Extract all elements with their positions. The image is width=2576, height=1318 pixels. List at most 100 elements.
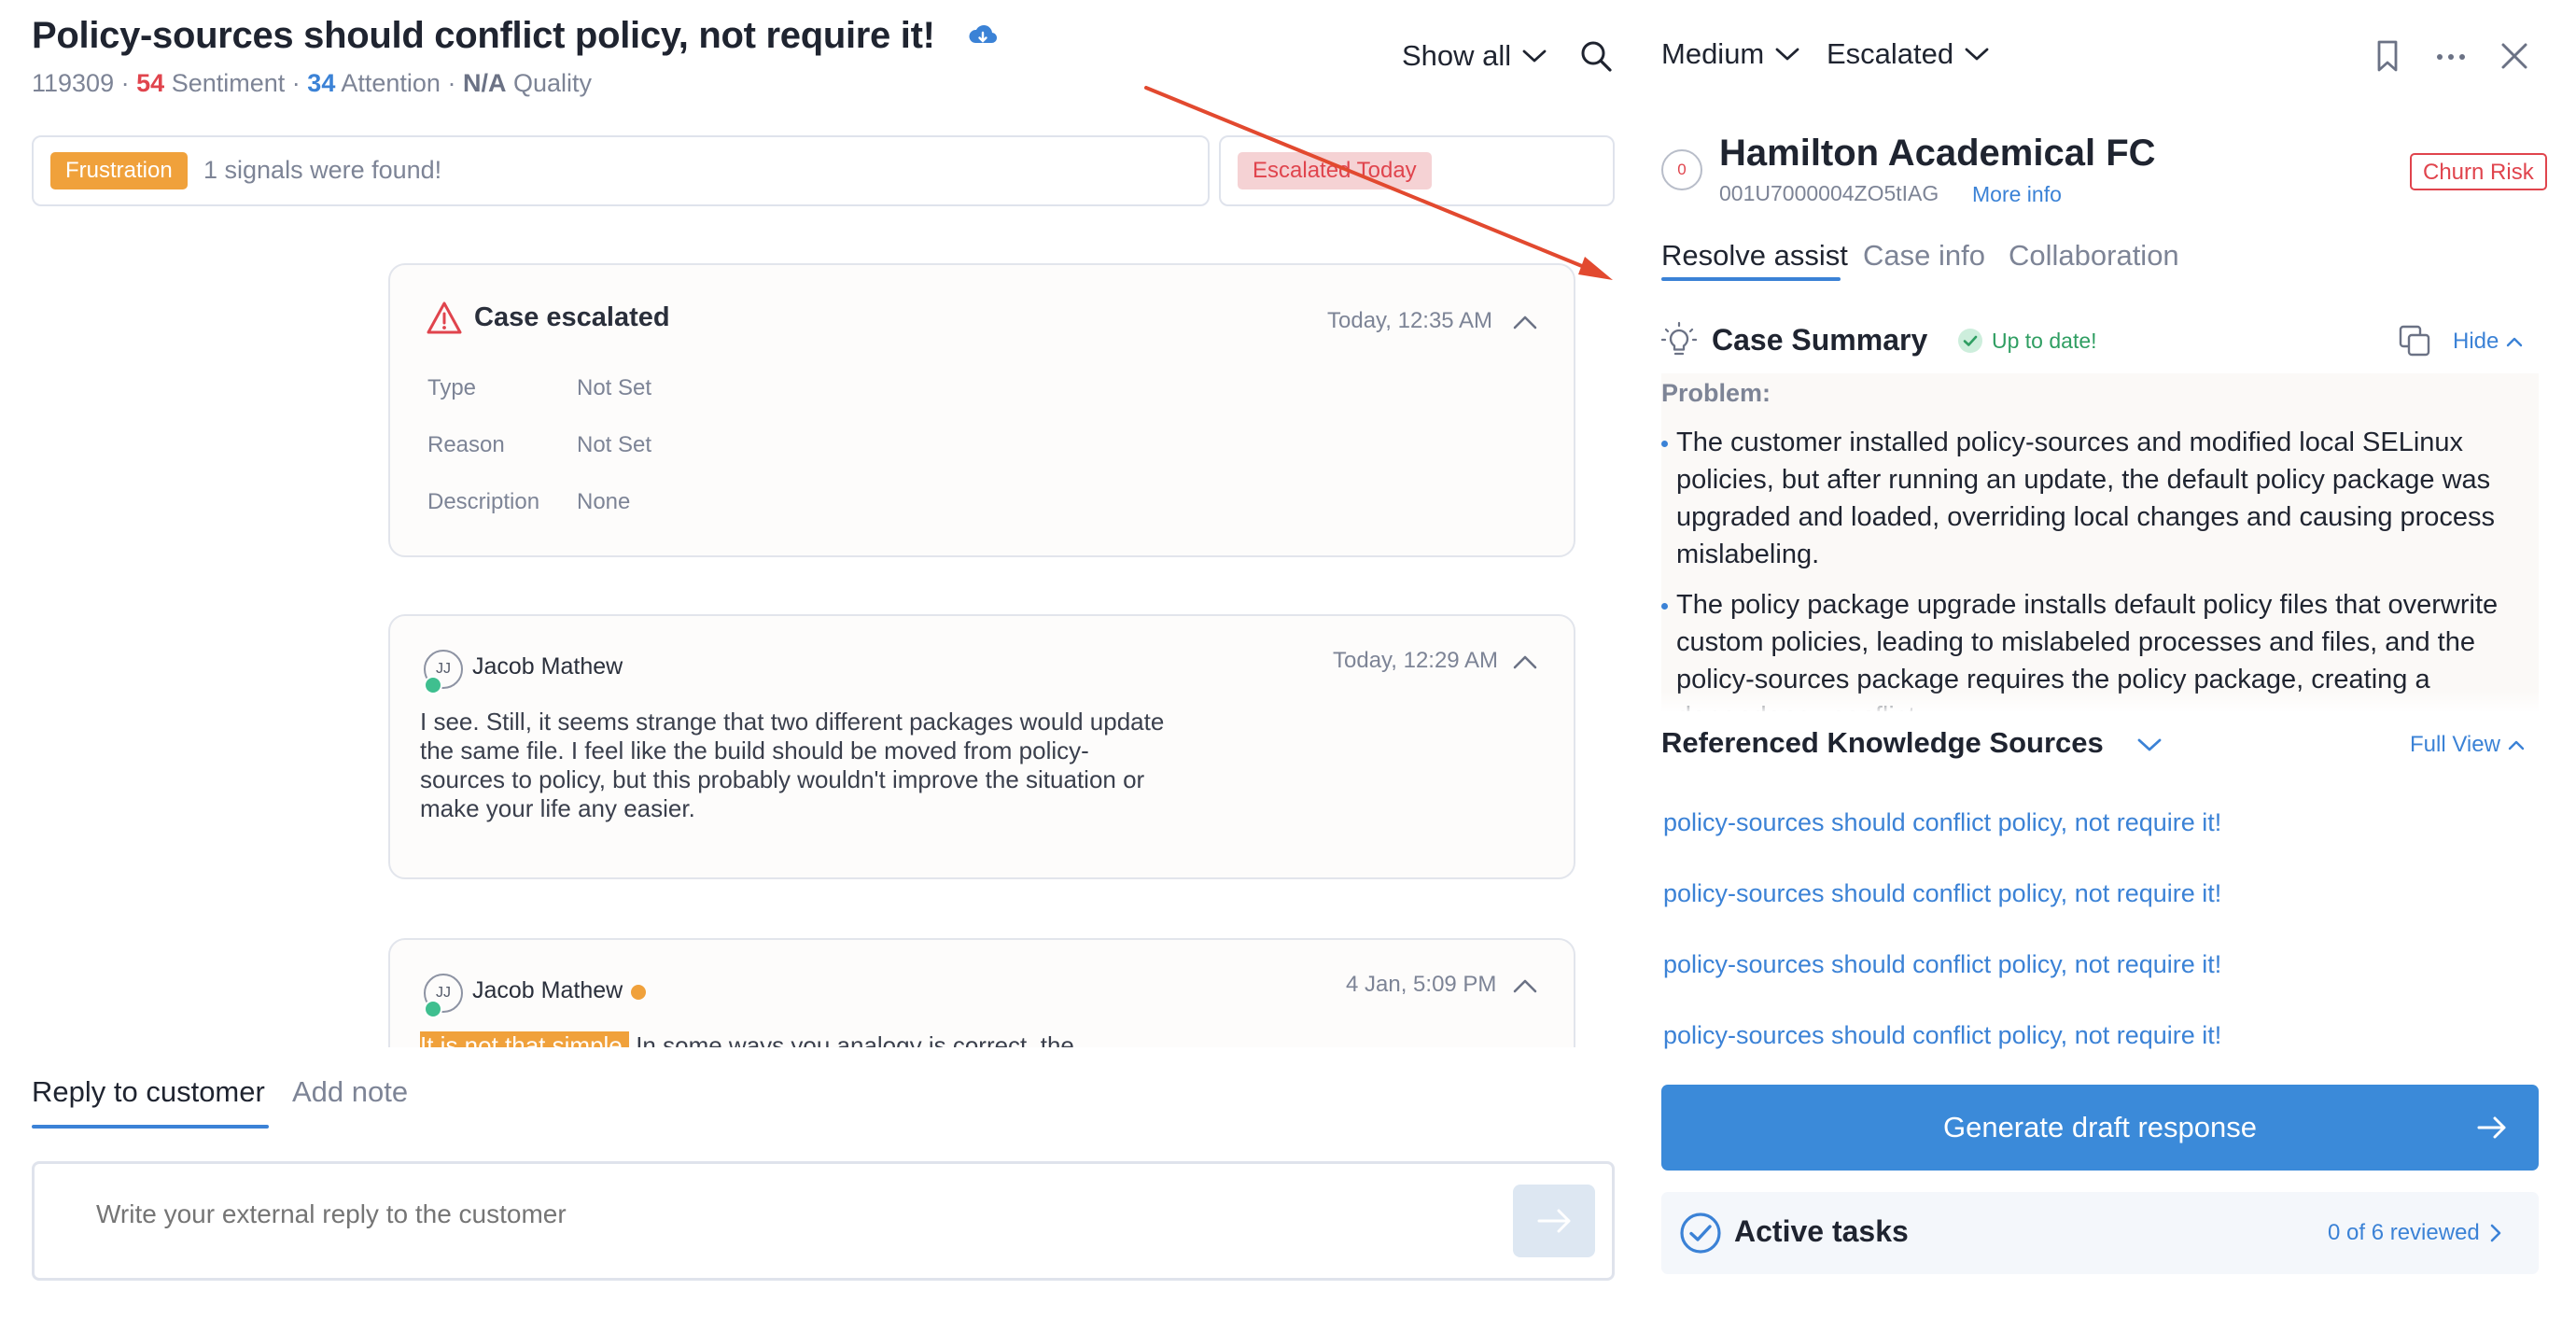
agent-status-dot	[424, 1000, 442, 1018]
active-tasks-title: Active tasks	[1734, 1214, 1909, 1248]
knowledge-sources-title[interactable]: Referenced Knowledge Sources	[1661, 726, 2104, 760]
lightbulb-icon	[1661, 321, 1697, 358]
problem-bullets: The customer installed policy-sources an…	[1661, 424, 2539, 711]
bookmark-icon[interactable]	[2369, 37, 2406, 75]
search-icon[interactable]	[1579, 39, 1613, 73]
chevron-down-icon	[1522, 49, 1547, 63]
highlighted-frustration-text: It is not that simple.	[420, 1031, 629, 1047]
priority-value: Medium	[1661, 37, 1765, 70]
chevron-up-icon	[2507, 337, 2523, 347]
active-tab-indicator	[32, 1125, 269, 1129]
message-body: I see. Still, it seems strange that two …	[420, 708, 1165, 822]
reason-value: Not Set	[577, 432, 652, 457]
chevron-up-icon[interactable]	[1512, 314, 1538, 330]
case-summary-content[interactable]: Problem: The customer installed policy-s…	[1661, 373, 2539, 711]
chevron-down-icon	[1965, 48, 1989, 61]
signals-bar[interactable]: Frustration 1 signals were found!	[32, 135, 1210, 206]
full-view-label: Full View	[2410, 732, 2500, 757]
reason-label: Reason	[427, 432, 505, 457]
case-title: Policy-sources should conflict policy, n…	[32, 15, 935, 56]
active-tasks-panel[interactable]: Active tasks 0 of 6 reviewed	[1661, 1192, 2539, 1274]
tab-reply-to-customer[interactable]: Reply to customer	[32, 1075, 265, 1109]
escalated-today-badge: Escalated Today	[1238, 152, 1432, 189]
more-info-link[interactable]: More info	[1972, 182, 2062, 207]
knowledge-source-link[interactable]: policy-sources should conflict policy, n…	[1663, 950, 2221, 979]
summary-fade	[1661, 691, 2539, 713]
quality-score: N/A	[462, 69, 507, 97]
churn-risk-badge: Churn Risk	[2410, 153, 2547, 190]
summary-status: Up to date!	[1956, 327, 2097, 355]
message-time: 4 Jan, 5:09 PM	[1346, 972, 1497, 997]
case-number: 119309	[32, 69, 115, 97]
chevron-up-icon[interactable]	[1512, 653, 1538, 670]
message-time: Today, 12:29 AM	[1333, 648, 1498, 673]
message-author: Jacob Mathew	[472, 653, 623, 680]
knowledge-source-link[interactable]: policy-sources should conflict policy, n…	[1663, 879, 2221, 908]
tab-collaboration[interactable]: Collaboration	[2009, 239, 2179, 273]
show-all-filter[interactable]: Show all	[1402, 39, 1547, 73]
chevron-right-icon	[2490, 1224, 2501, 1242]
frustration-badge: Frustration	[50, 152, 188, 189]
more-icon[interactable]	[2432, 37, 2470, 75]
escalation-title: Case escalated	[474, 302, 670, 332]
tab-resolve-assist[interactable]: Resolve assist	[1661, 239, 1848, 273]
copy-icon[interactable]	[2397, 323, 2432, 358]
case-metrics: 119309 · 54 Sentiment · 34 Attention · N…	[32, 69, 593, 97]
check-circle-icon	[1678, 1211, 1723, 1255]
tasks-count-label: 0 of 6 reviewed	[2328, 1220, 2480, 1245]
signals-text: 1 signals were found!	[203, 156, 442, 184]
check-circle-icon	[1958, 329, 1982, 353]
agent-status-dot	[424, 676, 442, 694]
reply-input[interactable]	[96, 1199, 1496, 1229]
message-author: Jacob Mathew	[472, 977, 623, 1003]
chevron-up-icon	[2508, 740, 2525, 750]
generate-draft-label: Generate draft response	[1942, 1111, 2258, 1143]
type-value: Not Set	[577, 375, 652, 400]
close-icon[interactable]	[2496, 37, 2533, 75]
show-all-label: Show all	[1402, 39, 1512, 72]
quality-label: Quality	[512, 69, 593, 97]
knowledge-source-link[interactable]: policy-sources should conflict policy, n…	[1663, 808, 2221, 837]
account-id: 001U7000004ZO5tIAG	[1719, 181, 1939, 205]
status-dropdown[interactable]: Escalated	[1827, 37, 1989, 71]
send-button[interactable]	[1513, 1185, 1595, 1257]
account-name[interactable]: Hamilton Academical FC	[1719, 133, 2156, 175]
message-body: It is not that simple. In some ways you …	[420, 1031, 1167, 1047]
description-label: Description	[427, 489, 540, 514]
chevron-up-icon[interactable]	[1512, 977, 1538, 994]
active-tab-indicator	[1661, 277, 1841, 281]
status-value: Escalated	[1827, 37, 1954, 70]
priority-dropdown[interactable]: Medium	[1661, 37, 1799, 71]
case-summary-title: Case Summary	[1712, 323, 1928, 357]
reply-composer	[32, 1161, 1615, 1281]
problem-label: Problem:	[1661, 379, 1771, 407]
attention-label: Attention	[341, 69, 441, 97]
list-item: The customer installed policy-sources an…	[1661, 424, 2539, 573]
account-health-score: 0	[1661, 149, 1702, 190]
knowledge-source-link[interactable]: policy-sources should conflict policy, n…	[1663, 1021, 2221, 1050]
chevron-down-icon	[1775, 48, 1799, 61]
escalation-status-box: Escalated Today	[1219, 135, 1615, 206]
arrow-right-icon	[1537, 1209, 1571, 1233]
presence-dot	[631, 985, 646, 1000]
generate-draft-response-button[interactable]: Generate draft response	[1661, 1085, 2539, 1171]
summary-status-text: Up to date!	[1992, 328, 2097, 353]
chevron-down-icon[interactable]	[2137, 737, 2162, 752]
sentiment-label: Sentiment	[171, 69, 286, 97]
case-timeline[interactable]: Case escalated Today, 12:35 AM Type Not …	[0, 233, 1643, 1047]
message-card: JJ Jacob Mathew Today, 12:29 AM I see. S…	[388, 614, 1575, 879]
attention-score: 34	[307, 69, 336, 97]
tab-case-info[interactable]: Case info	[1863, 239, 1985, 273]
tasks-review-count[interactable]: 0 of 6 reviewed	[2328, 1220, 2502, 1246]
hide-label: Hide	[2453, 329, 2499, 354]
hide-summary-button[interactable]: Hide	[2453, 329, 2523, 355]
tab-add-note[interactable]: Add note	[292, 1075, 408, 1109]
warning-icon	[426, 301, 463, 336]
full-view-button[interactable]: Full View	[2410, 732, 2525, 758]
arrow-right-icon	[2475, 1113, 2509, 1143]
message-card: JJ Jacob Mathew 4 Jan, 5:09 PM It is not…	[388, 938, 1575, 1047]
description-value: None	[577, 489, 631, 514]
escalation-time: Today, 12:35 AM	[1327, 308, 1492, 333]
sentiment-score: 54	[136, 69, 165, 97]
cloud-sync-icon[interactable]	[967, 21, 999, 52]
